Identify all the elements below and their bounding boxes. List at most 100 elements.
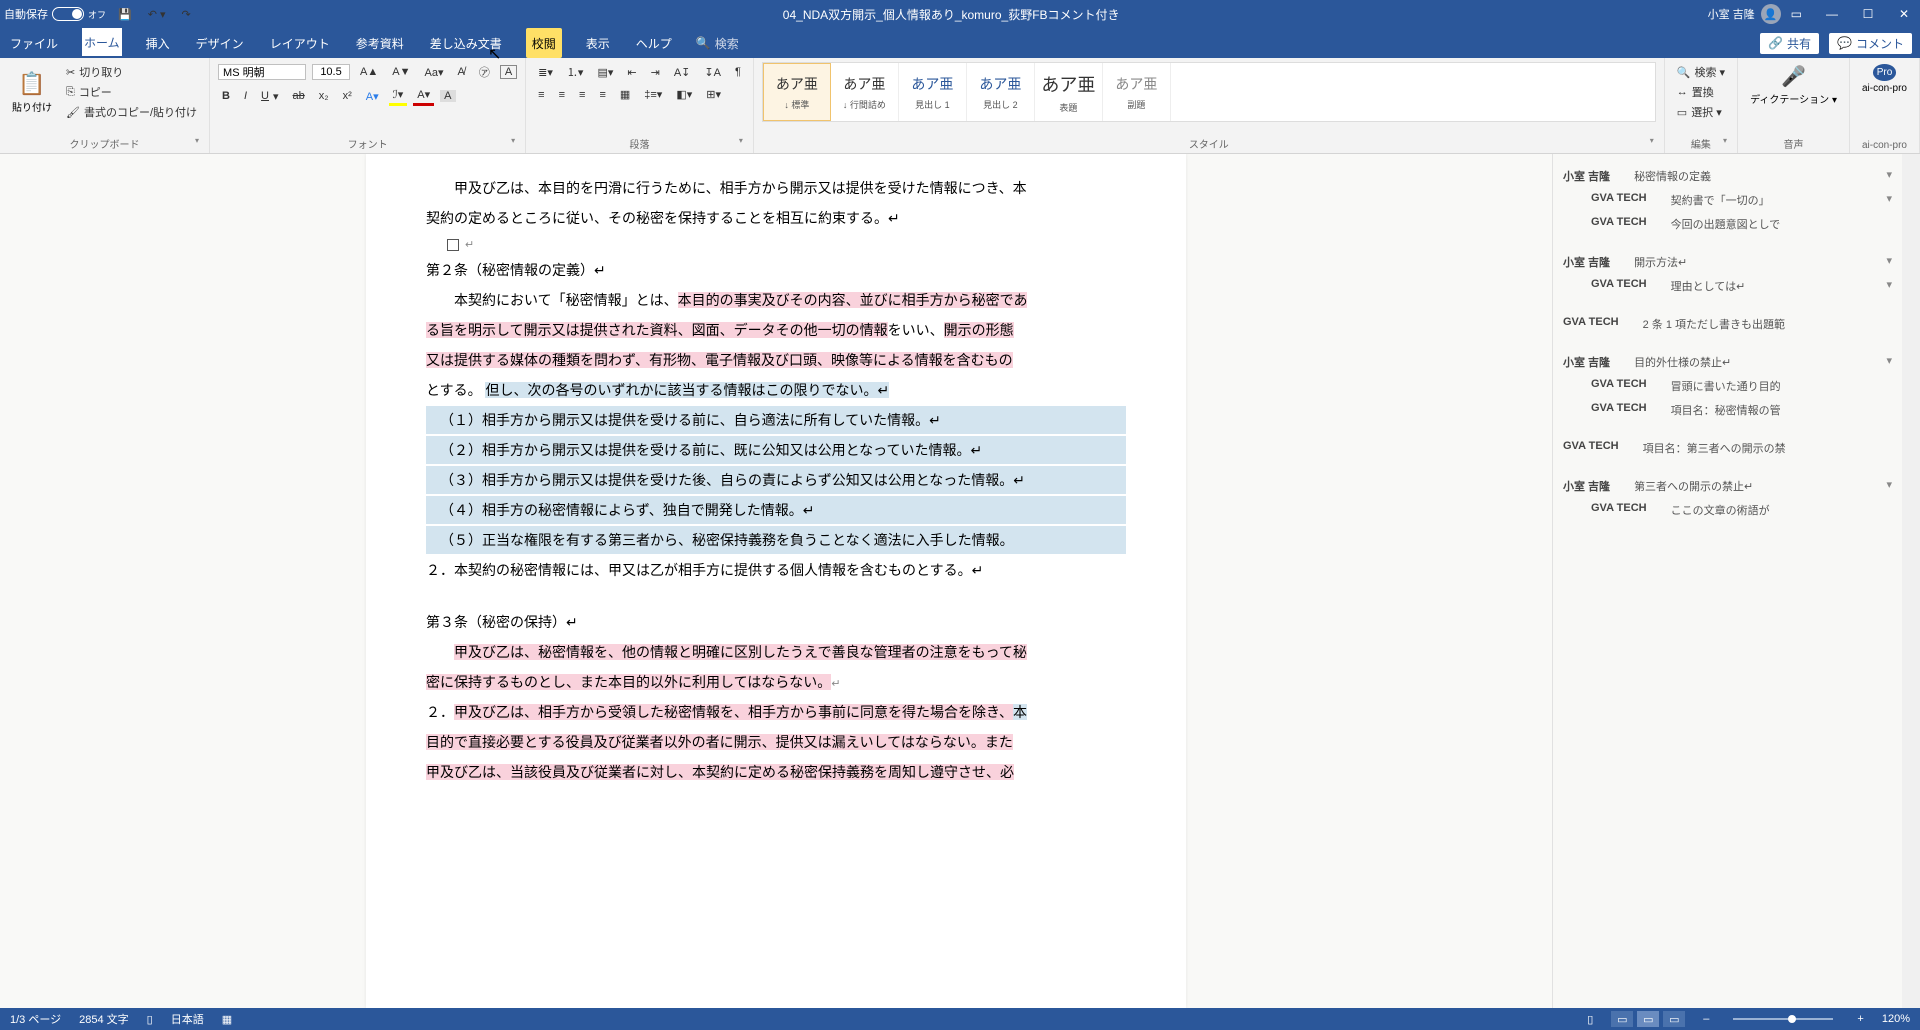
- zoom-out-button[interactable]: –: [1703, 1013, 1709, 1025]
- view-read-button[interactable]: ▭: [1611, 1011, 1633, 1027]
- clear-format-button[interactable]: A̸: [453, 64, 468, 80]
- minimize-button[interactable]: —: [1820, 7, 1844, 21]
- align-right-button[interactable]: ≡: [575, 87, 589, 103]
- chevron-down-icon[interactable]: ▾: [1886, 278, 1892, 291]
- document-scroll[interactable]: 甲及び乙は、本目的を円滑に行うために、相手方から開示又は提供を受けた情報につき、…: [0, 154, 1552, 1008]
- style-normal[interactable]: あア亜↓ 標準: [763, 63, 831, 121]
- subscript-button[interactable]: x₂: [315, 88, 333, 104]
- comment-item[interactable]: GVA TECH冒頭に書いた通り目的: [1563, 378, 1892, 394]
- zoom-value[interactable]: 120%: [1882, 1013, 1910, 1025]
- find-button[interactable]: 🔍 検索 ▾: [1673, 62, 1729, 82]
- format-painter-button[interactable]: 🖌書式のコピー/貼り付け: [62, 102, 201, 122]
- comment-item[interactable]: GVA TECH今回の出題意図としで: [1563, 216, 1892, 232]
- tab-layout[interactable]: レイアウト: [268, 28, 332, 58]
- share-button[interactable]: 🔗 共有: [1760, 33, 1819, 54]
- close-button[interactable]: ✕: [1892, 7, 1916, 21]
- comment-item[interactable]: 小室 吉隆開示方法↵▾: [1563, 254, 1892, 270]
- view-print-button[interactable]: ▭: [1637, 1011, 1659, 1027]
- comment-item[interactable]: GVA TECH理由としては↵▾: [1563, 278, 1892, 294]
- align-left-button[interactable]: ≡: [534, 87, 548, 103]
- line-spacing-button[interactable]: ‡≡▾: [640, 86, 666, 103]
- char-shading-button[interactable]: A: [440, 90, 455, 102]
- display-settings-icon[interactable]: ▯: [1587, 1013, 1593, 1026]
- style-subtitle[interactable]: あア亜副題: [1103, 63, 1171, 121]
- redo-icon[interactable]: ↷: [178, 6, 195, 23]
- font-name-select[interactable]: [218, 64, 306, 80]
- user-account[interactable]: 小室 吉隆 👤: [1708, 4, 1781, 24]
- tab-design[interactable]: デザイン: [194, 28, 246, 58]
- dictation-button[interactable]: 🎤 ディクテーション ▾: [1746, 62, 1841, 108]
- align-center-button[interactable]: ≡: [555, 87, 569, 103]
- undo-icon[interactable]: ↶ ▾: [144, 6, 170, 23]
- change-case-button[interactable]: Aa▾: [421, 64, 448, 81]
- comments-button[interactable]: 💬 コメント: [1829, 33, 1912, 54]
- underline-button[interactable]: U▾: [257, 88, 282, 105]
- italic-button[interactable]: I: [240, 88, 251, 104]
- paste-button[interactable]: 📋 貼り付け: [8, 69, 56, 116]
- status-proofing-icon[interactable]: ▯: [147, 1013, 153, 1026]
- justify-button[interactable]: ≡: [595, 87, 609, 103]
- select-button[interactable]: ▭ 選択 ▾: [1673, 102, 1729, 122]
- comment-item[interactable]: GVA TECH項目名：秘密情報の管: [1563, 402, 1892, 418]
- aicon-button[interactable]: Pro ai-con-pro: [1858, 62, 1911, 96]
- bold-button[interactable]: B: [218, 88, 234, 104]
- style-heading2[interactable]: あア亜見出し 2: [967, 63, 1035, 121]
- text-effects-button[interactable]: A▾: [362, 88, 383, 105]
- autosave-toggle[interactable]: 自動保存 オフ: [4, 6, 106, 22]
- font-size-select[interactable]: [312, 64, 350, 80]
- comment-item[interactable]: GVA TECH契約書で「一切の」▾: [1563, 192, 1892, 208]
- status-macro-icon[interactable]: ▦: [222, 1013, 232, 1026]
- zoom-slider[interactable]: [1733, 1018, 1833, 1020]
- copy-button[interactable]: ⎘コピー: [62, 82, 201, 102]
- chevron-down-icon[interactable]: ▾: [1886, 168, 1892, 181]
- shrink-font-button[interactable]: A▼: [388, 64, 414, 80]
- numbering-button[interactable]: ⒈▾: [563, 62, 588, 82]
- shading-button[interactable]: ◧▾: [672, 86, 696, 103]
- superscript-button[interactable]: x²: [339, 88, 356, 104]
- replace-button[interactable]: ↔ 置換: [1673, 82, 1729, 102]
- enclose-char-button[interactable]: A: [500, 65, 517, 79]
- status-words[interactable]: 2854 文字: [79, 1011, 129, 1027]
- tab-view[interactable]: 表示: [584, 28, 612, 58]
- status-page[interactable]: 1/3 ページ: [10, 1011, 61, 1027]
- tab-references[interactable]: 参考資料: [354, 28, 406, 58]
- tab-insert[interactable]: 挿入: [144, 28, 172, 58]
- chevron-down-icon[interactable]: ▾: [1886, 354, 1892, 367]
- increase-indent-button[interactable]: ⇥: [647, 64, 664, 81]
- comment-item[interactable]: GVA TECH項目名：第三者への開示の禁: [1563, 440, 1892, 456]
- tab-file[interactable]: ファイル: [8, 28, 60, 58]
- document-page[interactable]: 甲及び乙は、本目的を円滑に行うために、相手方から開示又は提供を受けた情報につき、…: [366, 154, 1186, 1008]
- sort-button[interactable]: A↧: [670, 64, 695, 81]
- cut-button[interactable]: ✂切り取り: [62, 62, 201, 82]
- zoom-in-button[interactable]: +: [1857, 1013, 1863, 1025]
- ribbon-display-options-icon[interactable]: ▭: [1791, 7, 1802, 21]
- style-title[interactable]: あア亜表題: [1035, 63, 1103, 121]
- show-marks-button[interactable]: ¶: [731, 64, 745, 80]
- tab-mailings[interactable]: 差し込み文書: [428, 28, 504, 58]
- style-gallery[interactable]: あア亜↓ 標準 あア亜↓ 行間詰め あア亜見出し 1 あア亜見出し 2 あア亜表…: [762, 62, 1656, 122]
- chevron-down-icon[interactable]: ▾: [1886, 478, 1892, 491]
- multilevel-button[interactable]: ▤▾: [593, 64, 617, 81]
- style-nospace[interactable]: あア亜↓ 行間詰め: [831, 63, 899, 121]
- comment-item[interactable]: GVA TECH2 条 1 項ただし書きも出題範: [1563, 316, 1892, 332]
- view-web-button[interactable]: ▭: [1663, 1011, 1685, 1027]
- tab-review[interactable]: 校閲: [526, 28, 562, 58]
- distribute-button[interactable]: ▦: [616, 86, 634, 103]
- tab-home[interactable]: ホーム: [82, 28, 122, 58]
- checkbox-icon[interactable]: [447, 239, 459, 251]
- status-language[interactable]: 日本語: [171, 1011, 204, 1027]
- search-box[interactable]: 🔍 検索: [696, 35, 739, 52]
- comments-pane[interactable]: 小室 吉隆秘密情報の定義▾ GVA TECH契約書で「一切の」▾ GVA TECH今…: [1552, 154, 1902, 1008]
- highlight-button[interactable]: ℐ▾: [389, 86, 408, 106]
- vertical-scrollbar[interactable]: [1902, 154, 1920, 1008]
- style-heading1[interactable]: あア亜見出し 1: [899, 63, 967, 121]
- comment-item[interactable]: 小室 吉隆第三者への開示の禁止↵▾: [1563, 478, 1892, 494]
- chevron-down-icon[interactable]: ▾: [1886, 254, 1892, 267]
- font-color-button[interactable]: A▾: [413, 86, 434, 106]
- chevron-down-icon[interactable]: ▾: [1886, 192, 1892, 205]
- borders-button[interactable]: ⊞▾: [702, 86, 725, 103]
- maximize-button[interactable]: ☐: [1856, 7, 1880, 21]
- comment-item[interactable]: 小室 吉隆秘密情報の定義▾: [1563, 168, 1892, 184]
- decrease-indent-button[interactable]: ⇤: [623, 64, 640, 81]
- sort2-button[interactable]: ↧A: [700, 64, 725, 81]
